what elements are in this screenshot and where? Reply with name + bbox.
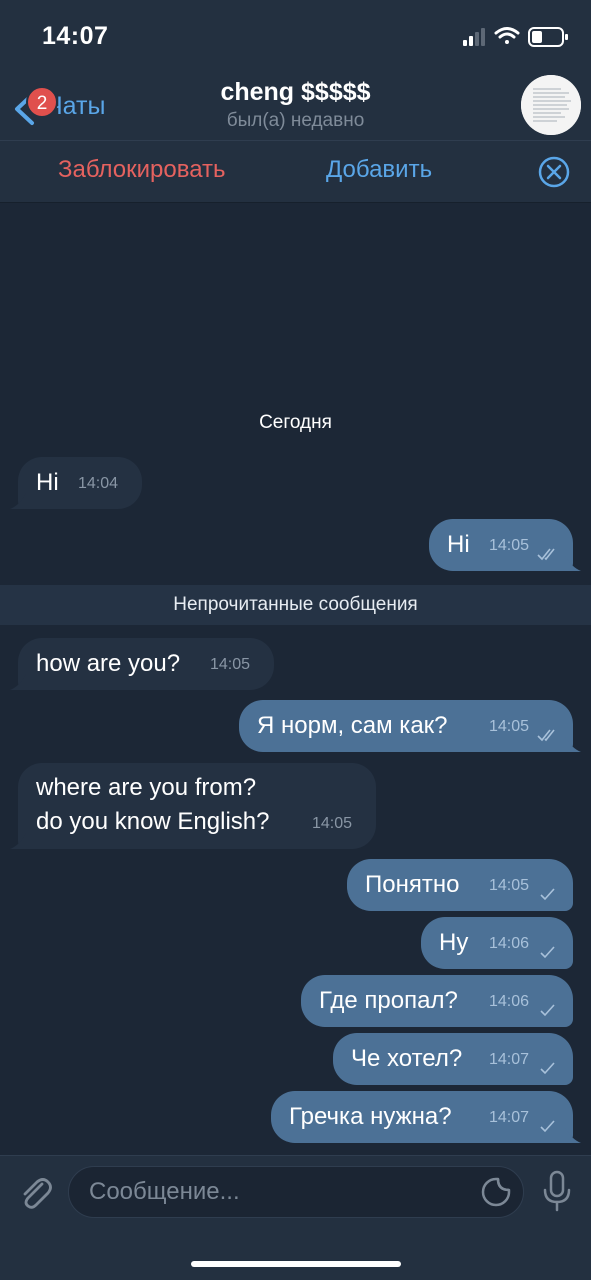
double-check-icon	[537, 548, 555, 561]
avatar[interactable]	[521, 75, 581, 135]
bubble-tail	[10, 674, 26, 690]
message-text: Я норм, сам как?	[257, 712, 448, 739]
status-bar: 14:07	[0, 0, 591, 70]
message-time: 14:07	[489, 1109, 530, 1126]
message-text: how are you?	[36, 650, 181, 677]
check-icon	[540, 1120, 555, 1133]
bubble-tail	[565, 736, 581, 752]
paperclip-icon[interactable]	[16, 1174, 54, 1212]
message-time: 14:06	[489, 935, 530, 952]
add-contact-button[interactable]: Добавить	[326, 156, 432, 184]
message-text: Hi	[36, 469, 59, 496]
unread-separator-label: Непрочитанные сообщения	[173, 594, 418, 615]
message-outgoing[interactable]: Я норм, сам как? 14:05	[239, 700, 581, 752]
contact-action-bar: Заблокировать Добавить	[0, 140, 591, 203]
message-text: Ну	[439, 929, 469, 956]
avatar-image	[521, 75, 581, 135]
check-icon	[540, 888, 555, 901]
message-outgoing[interactable]: Hi 14:05	[429, 519, 581, 571]
message-outgoing[interactable]: Че хотел? 14:07	[333, 1033, 573, 1085]
message-input[interactable]	[68, 1166, 524, 1218]
message-text: Понятно	[365, 871, 460, 898]
block-button[interactable]: Заблокировать	[58, 156, 226, 184]
bubble-tail	[565, 555, 581, 571]
message-incoming[interactable]: where are you from? do you know English?…	[10, 763, 376, 849]
double-check-icon	[537, 729, 555, 742]
bubble-tail	[565, 1127, 581, 1143]
wifi-icon	[494, 27, 520, 44]
message-time: 14:06	[489, 993, 530, 1010]
message-incoming[interactable]: how are you? 14:05	[10, 638, 274, 690]
check-icon	[540, 1004, 555, 1017]
message-text: Гречка нужна?	[289, 1103, 452, 1130]
message-outgoing[interactable]: Понятно 14:05	[347, 859, 573, 911]
message-text: Че хотел?	[351, 1045, 463, 1072]
message-time: 14:05	[210, 656, 251, 673]
composer-bar	[0, 1155, 591, 1280]
message-outgoing[interactable]: Где пропал? 14:06	[301, 975, 573, 1027]
message-text: Где пропал?	[319, 987, 458, 1014]
status-time: 14:07	[42, 22, 109, 50]
date-separator: Сегодня	[259, 412, 332, 433]
message-incoming[interactable]: Hi 14:04	[10, 457, 142, 509]
microphone-icon[interactable]	[541, 1170, 573, 1212]
status-icons	[463, 27, 568, 47]
check-icon	[540, 946, 555, 959]
chat-header: Чаты 2 cheng $$$$$ был(а) недавно	[0, 70, 591, 140]
message-text: where are you from? do you know English?	[36, 774, 270, 835]
message-outgoing[interactable]: Ну 14:06	[421, 917, 573, 969]
message-time: 14:05	[312, 815, 353, 832]
home-indicator	[191, 1261, 401, 1267]
message-time: 14:05	[489, 718, 530, 735]
message-time: 14:05	[489, 877, 530, 894]
battery-icon	[528, 27, 568, 47]
message-time: 14:05	[489, 537, 530, 554]
check-icon	[540, 1062, 555, 1075]
signal-icon	[463, 28, 485, 46]
message-text: Hi	[447, 531, 470, 558]
message-time: 14:04	[78, 475, 119, 492]
last-seen-status: был(а) недавно	[226, 110, 365, 131]
message-time: 14:07	[489, 1051, 530, 1068]
sticker-icon[interactable]	[480, 1176, 512, 1208]
bubble-tail	[10, 833, 26, 849]
unread-separator: Непрочитанные сообщения	[0, 585, 591, 625]
close-icon[interactable]	[537, 155, 571, 189]
bubble-tail	[10, 493, 26, 509]
chat-title[interactable]: cheng $$$$$	[0, 78, 591, 107]
message-outgoing[interactable]: Гречка нужна? 14:07	[271, 1091, 581, 1143]
